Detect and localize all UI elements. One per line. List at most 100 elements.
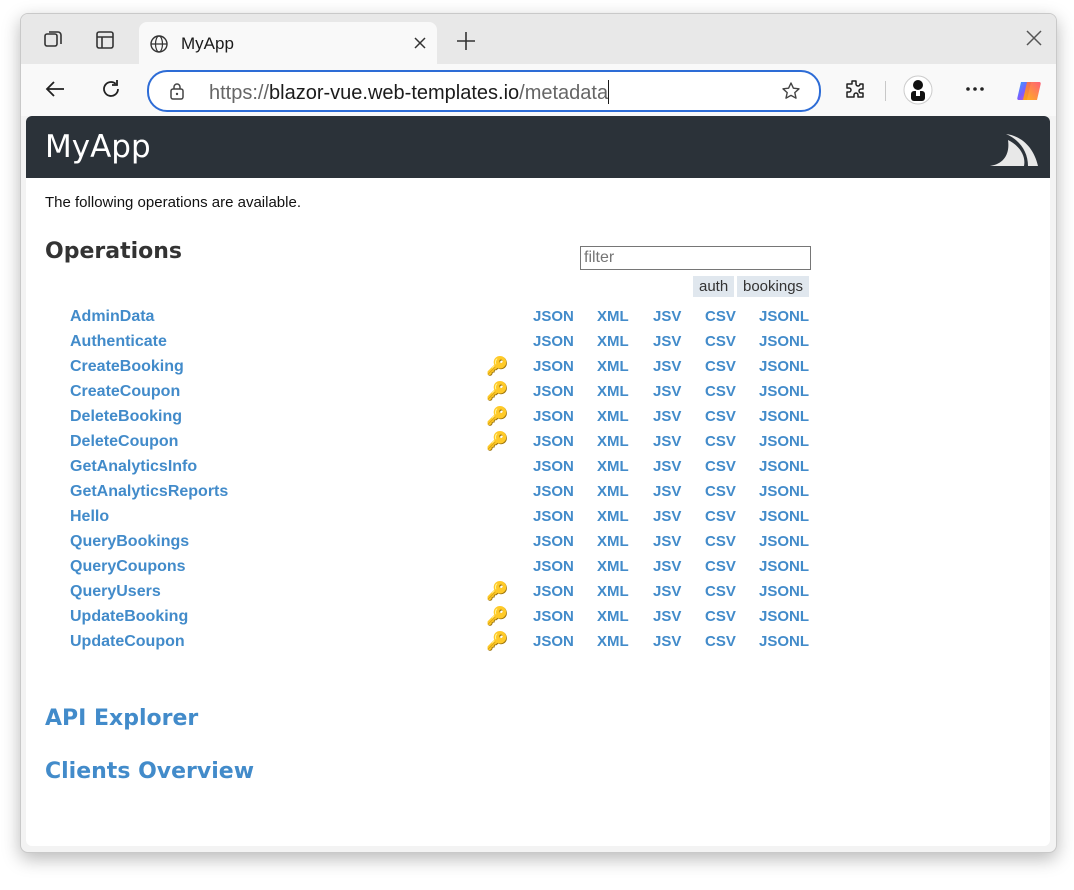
format-link-jsonl[interactable]: JSONL	[759, 633, 809, 650]
window-close-icon[interactable]	[1024, 28, 1044, 53]
more-options-icon[interactable]	[963, 77, 987, 101]
format-link-xml[interactable]: XML	[597, 633, 629, 650]
format-link-xml[interactable]: XML	[597, 583, 629, 600]
tag-bookings[interactable]: bookings	[737, 276, 810, 297]
format-link-csv[interactable]: CSV	[705, 633, 736, 650]
format-link-csv[interactable]: CSV	[705, 358, 736, 375]
format-link-json[interactable]: JSON	[533, 508, 574, 525]
format-link-csv[interactable]: CSV	[705, 408, 736, 425]
lock-icon[interactable]	[169, 82, 185, 105]
format-link-json[interactable]: JSON	[533, 633, 574, 650]
format-link-jsonl[interactable]: JSONL	[759, 408, 809, 425]
format-link-json[interactable]: JSON	[533, 433, 574, 450]
operation-link[interactable]: DeleteCoupon	[70, 433, 178, 451]
format-link-jsv[interactable]: JSV	[653, 408, 681, 425]
format-link-csv[interactable]: CSV	[705, 308, 736, 325]
format-link-json[interactable]: JSON	[533, 483, 574, 500]
format-link-jsv[interactable]: JSV	[653, 333, 681, 350]
format-link-xml[interactable]: XML	[597, 408, 629, 425]
operation-link[interactable]: CreateCoupon	[70, 383, 180, 401]
address-bar[interactable]: https://blazor-vue.web-templates.io/meta…	[147, 70, 821, 112]
reload-icon[interactable]	[99, 77, 123, 101]
format-link-xml[interactable]: XML	[597, 483, 629, 500]
format-link-jsv[interactable]: JSV	[653, 608, 681, 625]
format-link-xml[interactable]: XML	[597, 358, 629, 375]
format-link-json[interactable]: JSON	[533, 558, 574, 575]
format-link-jsonl[interactable]: JSONL	[759, 308, 809, 325]
filter-input[interactable]	[580, 246, 811, 270]
format-link-json[interactable]: JSON	[533, 458, 574, 475]
format-link-csv[interactable]: CSV	[705, 608, 736, 625]
servicestack-logo-icon[interactable]	[988, 126, 1040, 173]
format-link-jsv[interactable]: JSV	[653, 633, 681, 650]
operation-link[interactable]: QueryUsers	[70, 583, 161, 601]
format-link-jsv[interactable]: JSV	[653, 308, 681, 325]
format-link-jsv[interactable]: JSV	[653, 358, 681, 375]
operation-link[interactable]: UpdateCoupon	[70, 633, 185, 651]
operation-link[interactable]: Authenticate	[70, 333, 167, 351]
format-link-json[interactable]: JSON	[533, 533, 574, 550]
format-link-jsv[interactable]: JSV	[653, 558, 681, 575]
format-link-json[interactable]: JSON	[533, 608, 574, 625]
format-link-csv[interactable]: CSV	[705, 533, 736, 550]
copilot-icon[interactable]	[1015, 77, 1043, 105]
format-link-csv[interactable]: CSV	[705, 458, 736, 475]
format-link-jsv[interactable]: JSV	[653, 433, 681, 450]
format-link-csv[interactable]: CSV	[705, 333, 736, 350]
format-link-jsonl[interactable]: JSONL	[759, 358, 809, 375]
format-link-jsonl[interactable]: JSONL	[759, 483, 809, 500]
vertical-tabs-icon[interactable]	[93, 28, 117, 52]
format-link-jsonl[interactable]: JSONL	[759, 508, 809, 525]
operation-link[interactable]: UpdateBooking	[70, 608, 188, 626]
format-link-json[interactable]: JSON	[533, 358, 574, 375]
format-link-csv[interactable]: CSV	[705, 483, 736, 500]
extensions-icon[interactable]	[843, 77, 867, 101]
operation-link[interactable]: QueryBookings	[70, 533, 189, 551]
clients-overview-link[interactable]: Clients Overview	[45, 759, 254, 784]
format-link-xml[interactable]: XML	[597, 508, 629, 525]
format-link-csv[interactable]: CSV	[705, 558, 736, 575]
format-link-xml[interactable]: XML	[597, 383, 629, 400]
brand-title[interactable]: MyApp	[45, 129, 151, 165]
format-link-jsv[interactable]: JSV	[653, 583, 681, 600]
operation-link[interactable]: GetAnalyticsReports	[70, 483, 228, 501]
close-tab-icon[interactable]	[411, 34, 429, 57]
format-link-jsonl[interactable]: JSONL	[759, 583, 809, 600]
url-text[interactable]: https://blazor-vue.web-templates.io/meta…	[209, 80, 610, 105]
operation-link[interactable]: AdminData	[70, 308, 154, 326]
format-link-csv[interactable]: CSV	[705, 508, 736, 525]
format-link-jsv[interactable]: JSV	[653, 483, 681, 500]
operation-link[interactable]: CreateBooking	[70, 358, 184, 376]
format-link-jsonl[interactable]: JSONL	[759, 558, 809, 575]
operation-link[interactable]: DeleteBooking	[70, 408, 182, 426]
operation-link[interactable]: GetAnalyticsInfo	[70, 458, 197, 476]
format-link-jsonl[interactable]: JSONL	[759, 458, 809, 475]
profile-avatar[interactable]	[903, 75, 933, 105]
tag-auth[interactable]: auth	[693, 276, 735, 297]
format-link-jsonl[interactable]: JSONL	[759, 608, 809, 625]
new-tab-icon[interactable]	[455, 30, 477, 57]
format-link-json[interactable]: JSON	[533, 308, 574, 325]
format-link-xml[interactable]: XML	[597, 333, 629, 350]
format-link-json[interactable]: JSON	[533, 383, 574, 400]
format-link-csv[interactable]: CSV	[705, 433, 736, 450]
format-link-xml[interactable]: XML	[597, 308, 629, 325]
operation-link[interactable]: Hello	[70, 508, 109, 526]
favorite-star-icon[interactable]	[781, 81, 801, 106]
format-link-xml[interactable]: XML	[597, 608, 629, 625]
back-arrow-icon[interactable]	[43, 77, 67, 101]
format-link-csv[interactable]: CSV	[705, 383, 736, 400]
format-link-xml[interactable]: XML	[597, 458, 629, 475]
format-link-xml[interactable]: XML	[597, 533, 629, 550]
format-link-json[interactable]: JSON	[533, 408, 574, 425]
format-link-jsv[interactable]: JSV	[653, 508, 681, 525]
format-link-jsonl[interactable]: JSONL	[759, 533, 809, 550]
format-link-csv[interactable]: CSV	[705, 583, 736, 600]
format-link-jsonl[interactable]: JSONL	[759, 333, 809, 350]
format-link-jsonl[interactable]: JSONL	[759, 383, 809, 400]
format-link-jsonl[interactable]: JSONL	[759, 433, 809, 450]
format-link-xml[interactable]: XML	[597, 558, 629, 575]
format-link-json[interactable]: JSON	[533, 333, 574, 350]
operation-link[interactable]: QueryCoupons	[70, 558, 186, 576]
format-link-jsv[interactable]: JSV	[653, 383, 681, 400]
